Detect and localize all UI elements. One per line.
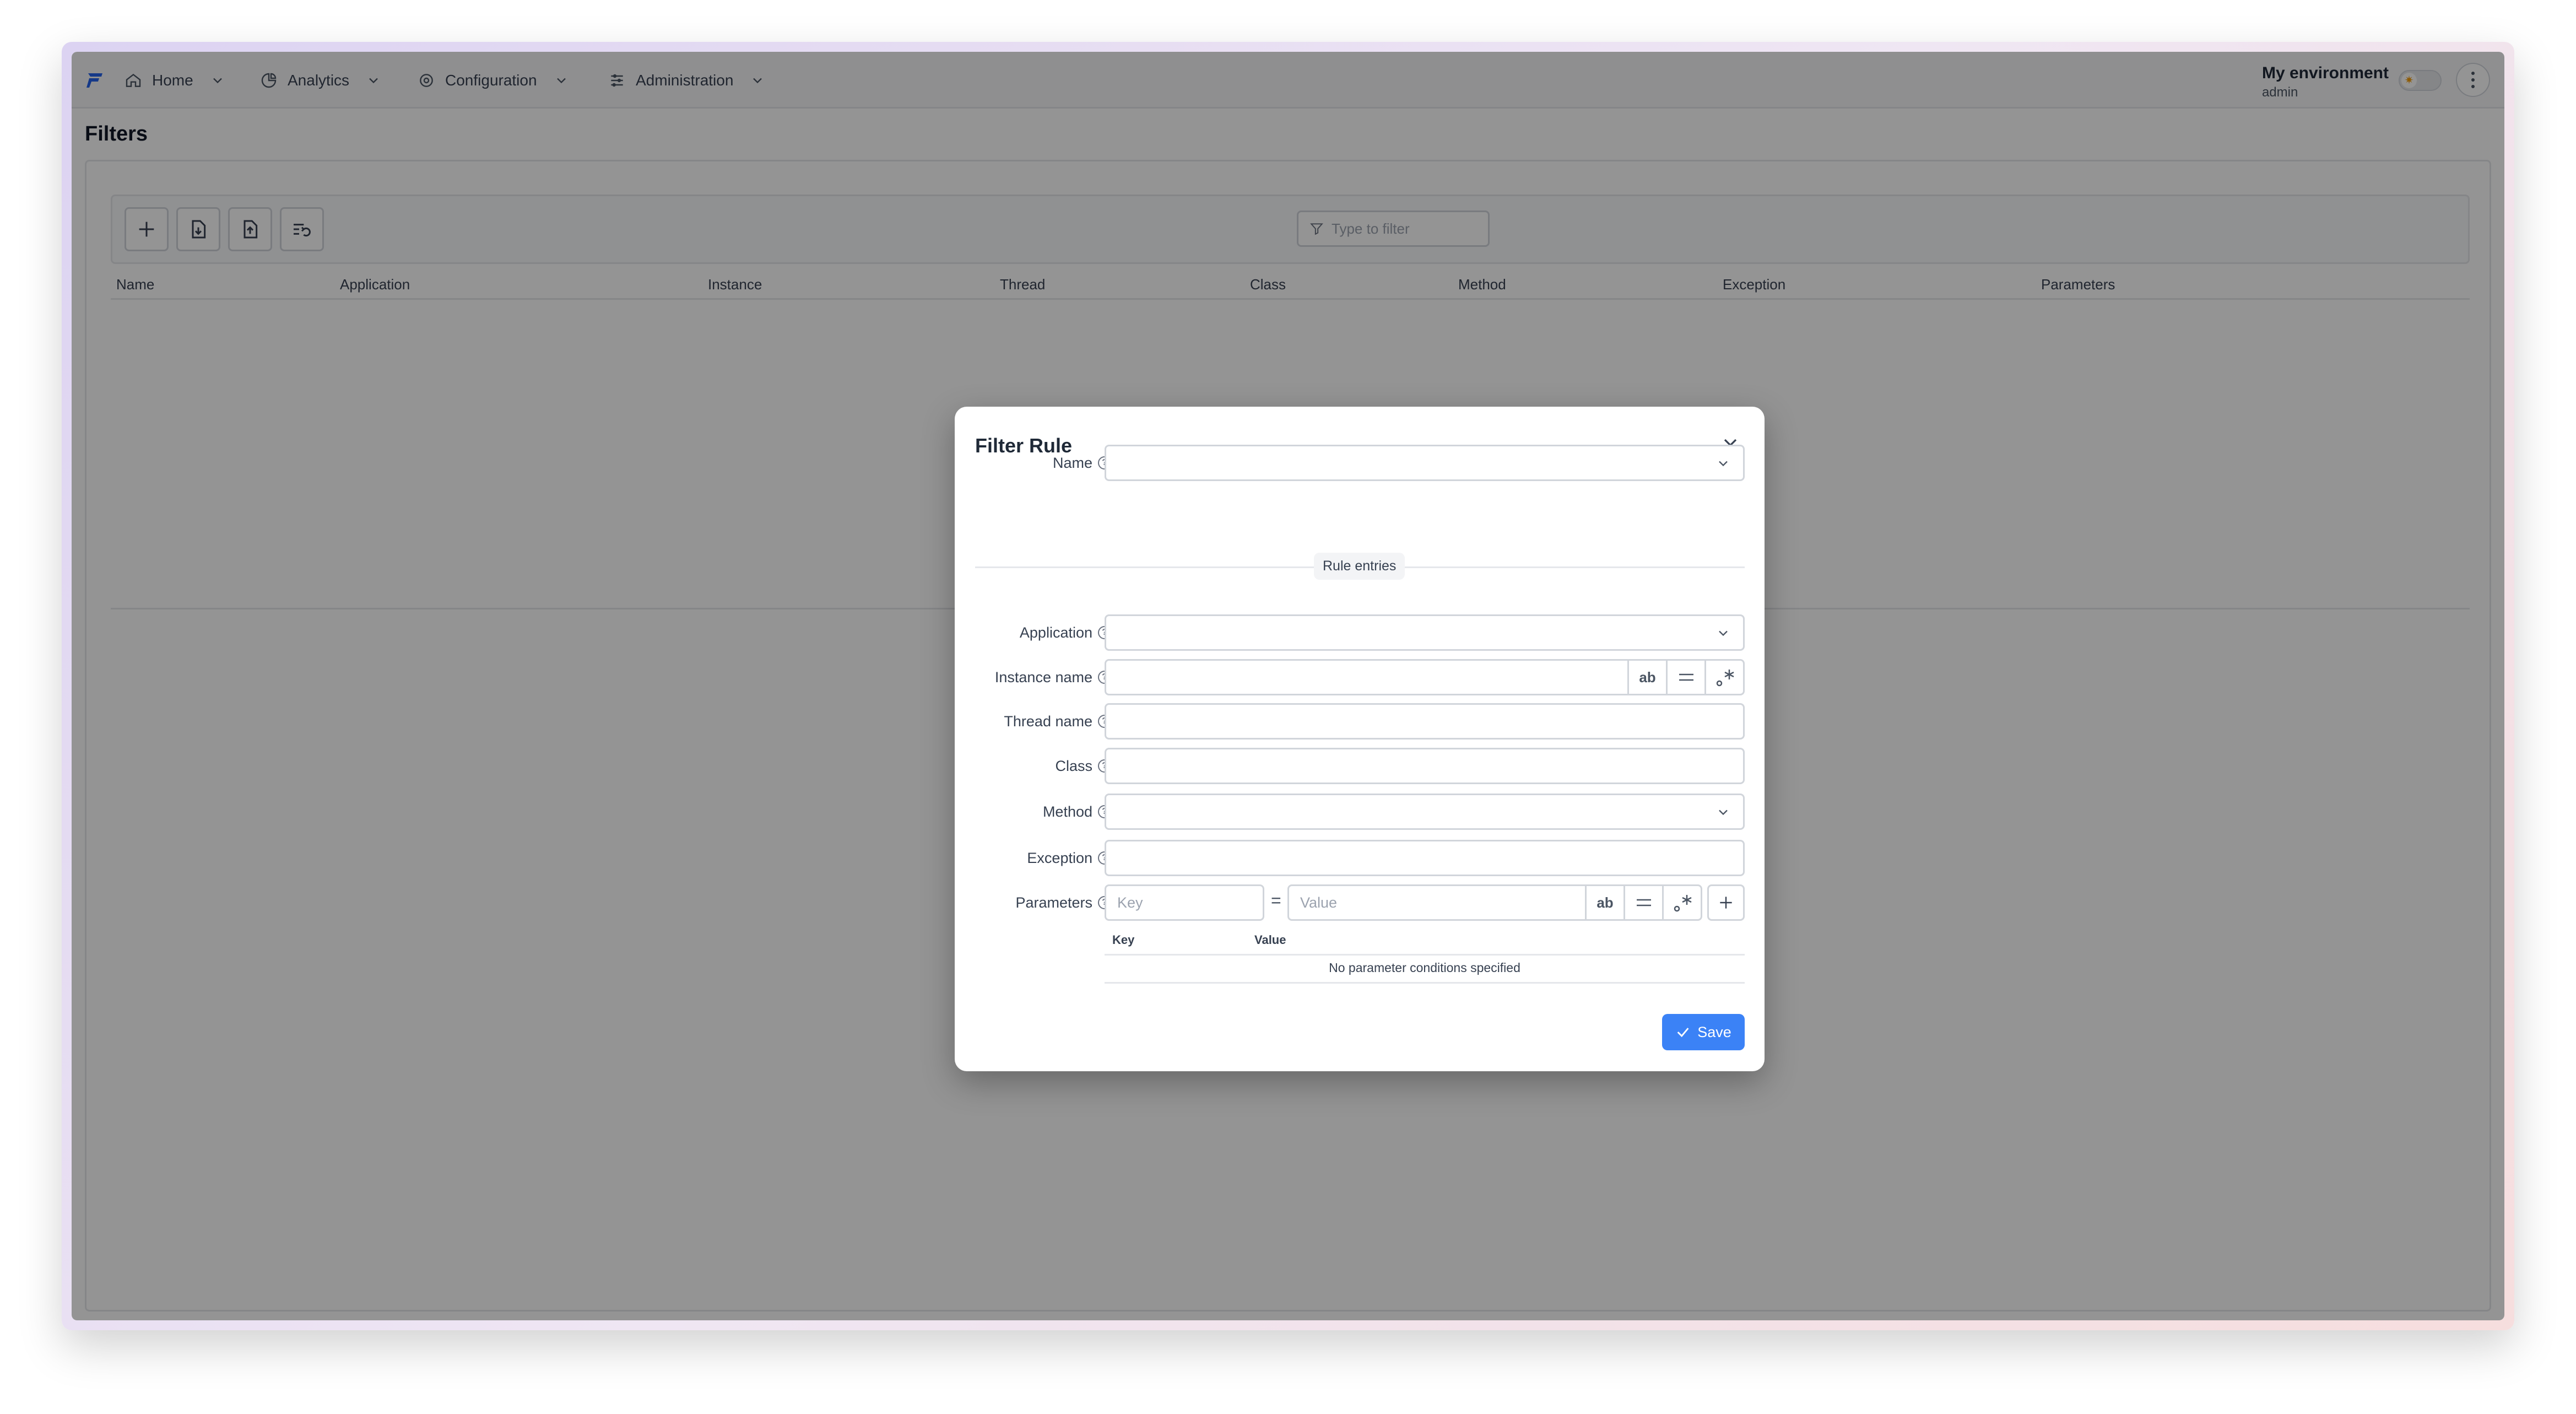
param-table-bottom-divider xyxy=(1105,982,1745,984)
exception-input[interactable] xyxy=(1106,841,1743,875)
param-table-divider xyxy=(1105,954,1745,956)
filter-rule-dialog: Filter Rule Name ? Rule entries Applicat… xyxy=(955,407,1765,1071)
parameter-key-input[interactable] xyxy=(1106,886,1263,919)
thread-name-input[interactable] xyxy=(1106,705,1743,738)
rule-entries-label: Rule entries xyxy=(1314,553,1405,580)
equals-button[interactable] xyxy=(1623,886,1662,919)
parameter-match-mode-group: ab xyxy=(1585,886,1701,919)
chevron-down-icon xyxy=(1719,461,1728,467)
application-label-text: Application xyxy=(1019,624,1092,641)
check-icon xyxy=(1677,1028,1689,1038)
match-mode-group: ab xyxy=(1627,661,1743,694)
regex-button[interactable] xyxy=(1662,886,1701,919)
param-table-value-header: Value xyxy=(1254,933,1286,947)
method-label: Method ? xyxy=(1043,794,1111,830)
save-button-label: Save xyxy=(1697,1023,1731,1040)
parameter-key-field xyxy=(1105,884,1264,921)
regex-icon xyxy=(1674,895,1692,912)
parameter-value-input[interactable] xyxy=(1289,886,1587,919)
thread-name-label-text: Thread name xyxy=(1004,713,1092,730)
chevron-down-icon xyxy=(1719,630,1728,636)
instance-name-field: ab xyxy=(1105,659,1745,695)
exception-label-text: Exception xyxy=(1027,849,1092,866)
add-parameter-button[interactable] xyxy=(1707,884,1745,921)
method-label-text: Method xyxy=(1042,803,1092,820)
method-select[interactable] xyxy=(1105,794,1745,830)
class-input[interactable] xyxy=(1106,749,1743,782)
exception-field xyxy=(1105,840,1745,876)
equals-button[interactable] xyxy=(1666,661,1704,694)
parameters-label-text: Parameters xyxy=(1015,894,1092,911)
equals-icon xyxy=(1679,673,1693,681)
regex-button[interactable] xyxy=(1704,661,1743,694)
app-window: Home Analytics Configuration Administrat… xyxy=(72,52,2504,1320)
exception-label: Exception ? xyxy=(1027,840,1111,876)
parameter-equals-sign: = xyxy=(1271,891,1281,910)
param-table-empty: No parameter conditions specified xyxy=(1329,960,1520,975)
instance-name-input[interactable] xyxy=(1106,661,1624,694)
parameter-value-field: ab xyxy=(1287,884,1702,921)
save-button[interactable]: Save xyxy=(1662,1014,1745,1050)
chevron-down-icon xyxy=(1719,809,1728,816)
parameters-label: Parameters ? xyxy=(1015,884,1111,921)
thread-name-label: Thread name ? xyxy=(1004,703,1111,740)
instance-name-label: Instance name ? xyxy=(995,659,1111,695)
case-sensitive-button[interactable]: ab xyxy=(1585,886,1623,919)
class-label: Class ? xyxy=(1055,748,1111,784)
equals-icon xyxy=(1636,899,1651,906)
class-field xyxy=(1105,748,1745,784)
class-label-text: Class xyxy=(1055,757,1092,774)
application-label: Application ? xyxy=(1020,614,1111,651)
regex-icon xyxy=(1716,670,1734,687)
case-sensitive-button[interactable]: ab xyxy=(1627,661,1666,694)
thread-name-field xyxy=(1105,703,1745,740)
name-label-text: Name xyxy=(1052,454,1092,471)
instance-name-label-text: Instance name xyxy=(994,668,1092,686)
param-table-key-header: Key xyxy=(1112,933,1135,947)
application-select[interactable] xyxy=(1105,614,1745,651)
name-select[interactable] xyxy=(1105,445,1745,481)
plus-icon xyxy=(1720,897,1732,909)
name-label: Name ? xyxy=(1053,445,1111,481)
